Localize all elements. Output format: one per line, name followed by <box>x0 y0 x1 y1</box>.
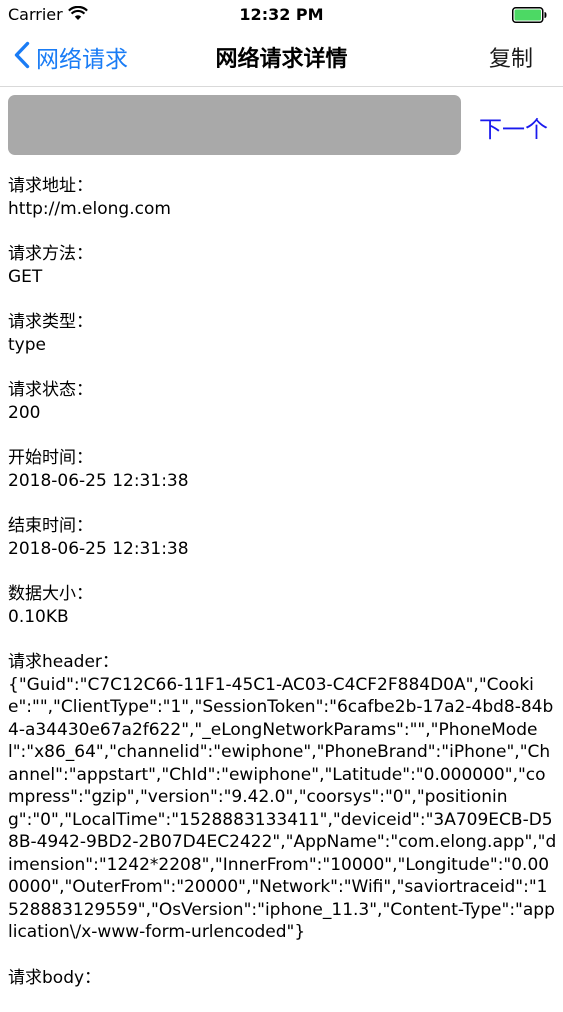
section-value: type <box>8 334 46 355</box>
copy-button[interactable]: 复制 <box>489 41 533 73</box>
section-value: http://m.elong.com <box>8 198 171 219</box>
section-value: 200 <box>8 402 41 423</box>
section-label: 请求状态： <box>8 380 93 400</box>
section-end-time: 结束时间： 2018-06-25 12:31:38 <box>8 515 557 560</box>
section-request-type: 请求类型： type <box>8 311 557 356</box>
section-value: GET <box>8 266 43 287</box>
search-input[interactable] <box>8 95 461 155</box>
section-request-method: 请求方法： GET <box>8 243 557 288</box>
section-value: {"Guid":"C7C12C66-11F1-45C1-AC03-C4CF2F8… <box>8 674 557 943</box>
section-label: 请求body： <box>8 967 102 988</box>
section-label: 请求方法： <box>8 244 93 264</box>
section-label: 结束时间： <box>8 516 93 536</box>
chevron-left-icon <box>14 41 30 73</box>
section-label: 开始时间： <box>8 448 93 468</box>
section-value: 2018-06-25 12:31:38 <box>8 470 189 491</box>
section-request-status: 请求状态： 200 <box>8 379 557 424</box>
navigation-bar: 网络请求 网络请求详情 复制 <box>0 30 563 87</box>
section-label: 数据大小： <box>8 584 93 604</box>
status-time: 12:32 PM <box>239 5 324 24</box>
section-value: 2018-06-25 12:31:38 <box>8 538 189 559</box>
section-data-size: 数据大小： 0.10KB <box>8 583 557 628</box>
section-label: 请求类型： <box>8 312 93 332</box>
back-button[interactable]: 网络请求 <box>14 40 128 74</box>
search-row: 下一个 <box>0 95 563 155</box>
section-start-time: 开始时间： 2018-06-25 12:31:38 <box>8 447 557 492</box>
request-details: 请求地址： http://m.elong.com 请求方法： GET 请求类型：… <box>8 175 557 1012</box>
battery-icon <box>512 7 549 27</box>
section-request-url: 请求地址： http://m.elong.com <box>8 175 557 220</box>
next-button[interactable]: 下一个 <box>479 110 548 144</box>
section-label: 请求地址： <box>8 176 93 196</box>
section-request-body: 请求body： <box>8 967 557 990</box>
section-request-header: 请求header： {"Guid":"C7C12C66-11F1-45C1-AC… <box>8 651 557 944</box>
status-bar: Carrier 12:32 PM <box>0 0 563 30</box>
section-value: 0.10KB <box>8 606 69 627</box>
section-label: 请求header： <box>8 652 119 672</box>
back-button-label: 网络请求 <box>36 47 128 73</box>
